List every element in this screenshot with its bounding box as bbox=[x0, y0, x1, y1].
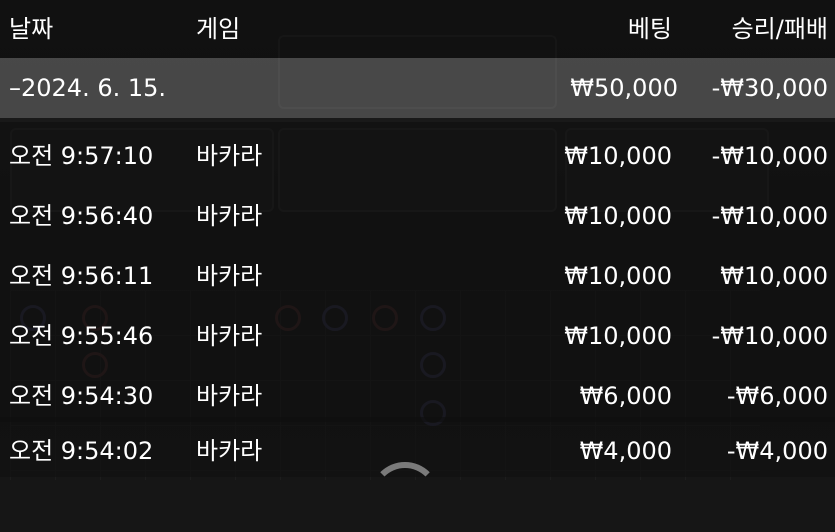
row-game: 바카라 bbox=[196, 322, 263, 350]
table-row[interactable]: 오전 9:54:30 바카라 ₩6,000 -₩6,000 bbox=[0, 362, 835, 422]
row-time: 오전 9:54:30 bbox=[9, 382, 154, 410]
loading-spinner-icon bbox=[370, 462, 440, 532]
row-result: -₩10,000 bbox=[711, 322, 828, 350]
row-time: 오전 9:57:10 bbox=[9, 142, 154, 170]
betting-history-table: 날짜 게임 베팅 승리/패배 –2024. 6. 15. ₩50,000 -₩3… bbox=[0, 0, 835, 477]
row-result: -₩10,000 bbox=[711, 142, 828, 170]
header-game: 게임 bbox=[196, 15, 241, 43]
row-game: 바카라 bbox=[196, 437, 263, 465]
row-bet: ₩6,000 bbox=[579, 382, 672, 410]
row-result: -₩4,000 bbox=[726, 437, 828, 465]
group-date: –2024. 6. 15. bbox=[9, 74, 167, 102]
group-result-total: -₩30,000 bbox=[711, 74, 828, 102]
row-bet: ₩10,000 bbox=[564, 262, 672, 290]
row-time: 오전 9:55:46 bbox=[9, 322, 154, 350]
row-game: 바카라 bbox=[196, 142, 263, 170]
row-bet: ₩10,000 bbox=[564, 202, 672, 230]
table-header: 날짜 게임 베팅 승리/패배 bbox=[0, 0, 835, 58]
row-game: 바카라 bbox=[196, 382, 263, 410]
row-result: ₩10,000 bbox=[720, 262, 828, 290]
row-game: 바카라 bbox=[196, 262, 263, 290]
row-time: 오전 9:56:11 bbox=[9, 262, 154, 290]
group-bet-total: ₩50,000 bbox=[570, 74, 678, 102]
row-bet: ₩4,000 bbox=[579, 437, 672, 465]
table-row[interactable]: 오전 9:56:40 바카라 ₩10,000 -₩10,000 bbox=[0, 182, 835, 242]
table-row[interactable]: 오전 9:55:46 바카라 ₩10,000 -₩10,000 bbox=[0, 302, 835, 362]
row-time: 오전 9:56:40 bbox=[9, 202, 154, 230]
row-result: -₩6,000 bbox=[726, 382, 828, 410]
row-game: 바카라 bbox=[196, 202, 263, 230]
row-bet: ₩10,000 bbox=[564, 142, 672, 170]
row-bet: ₩10,000 bbox=[564, 322, 672, 350]
header-result: 승리/패배 bbox=[731, 15, 828, 43]
row-time: 오전 9:54:02 bbox=[9, 437, 154, 465]
date-group-row[interactable]: –2024. 6. 15. ₩50,000 -₩30,000 bbox=[0, 58, 835, 118]
header-bet: 베팅 bbox=[627, 15, 672, 43]
header-date: 날짜 bbox=[9, 15, 54, 43]
row-result: -₩10,000 bbox=[711, 202, 828, 230]
table-row[interactable]: 오전 9:57:10 바카라 ₩10,000 -₩10,000 bbox=[0, 122, 835, 182]
table-row[interactable]: 오전 9:56:11 바카라 ₩10,000 ₩10,000 bbox=[0, 242, 835, 302]
